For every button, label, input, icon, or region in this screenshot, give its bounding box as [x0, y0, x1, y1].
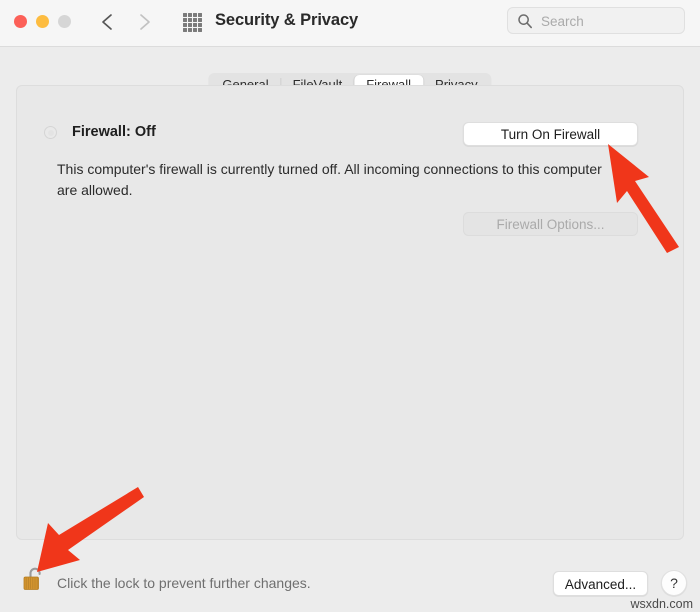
- status-badge: [44, 126, 57, 139]
- chevron-left-icon[interactable]: [98, 11, 118, 33]
- firewall-description-text: This computer's firewall is currently tu…: [57, 161, 602, 198]
- grid-apps-icon[interactable]: [183, 13, 202, 32]
- search-field[interactable]: [507, 7, 685, 35]
- search-input[interactable]: [539, 8, 683, 35]
- preference-tabbar: General FileVault Firewall Privacy: [0, 47, 700, 96]
- window-titlebar: Security & Privacy: [0, 0, 700, 47]
- lock-hint-label: Click the lock to prevent further change…: [57, 575, 311, 591]
- turn-on-firewall-button[interactable]: Turn On Firewall: [463, 122, 638, 146]
- close-window-button[interactable]: [14, 15, 27, 28]
- advanced-button[interactable]: Advanced...: [553, 571, 648, 596]
- page-title: Security & Privacy: [215, 11, 359, 29]
- minimize-window-button[interactable]: [36, 15, 49, 28]
- chevron-right-icon[interactable]: [134, 11, 154, 33]
- unlocked-padlock-icon[interactable]: [22, 564, 48, 594]
- help-button[interactable]: ?: [661, 570, 687, 596]
- firewall-options-button: Firewall Options...: [463, 212, 638, 236]
- search-icon: [517, 13, 533, 29]
- watermark-text: wsxdn.com: [630, 597, 693, 611]
- firewall-status-label: Firewall: Off: [72, 124, 156, 140]
- zoom-window-button[interactable]: [58, 15, 71, 28]
- firewall-content-panel: [16, 85, 684, 540]
